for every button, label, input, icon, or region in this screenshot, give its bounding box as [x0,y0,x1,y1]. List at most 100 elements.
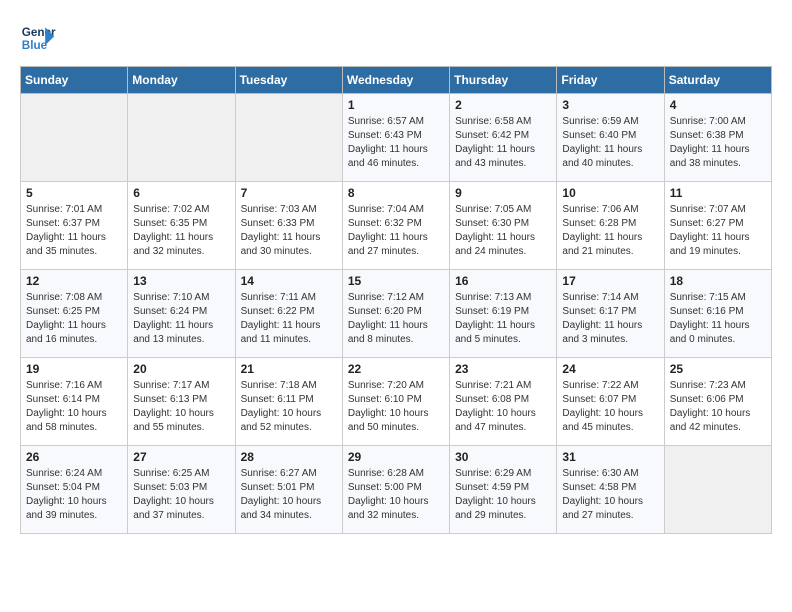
page-header: General Blue [20,20,772,56]
day-number: 6 [133,186,229,200]
day-number: 2 [455,98,551,112]
calendar-cell [128,94,235,182]
day-info: Sunrise: 7:04 AM Sunset: 6:32 PM Dayligh… [348,203,444,259]
calendar-cell: 13Sunrise: 7:10 AM Sunset: 6:24 PM Dayli… [128,270,235,358]
calendar-cell: 22 Sunrise: 7:20 AM Sunset: 6:10 PM Dayli… [342,358,449,446]
day-number: 28 [241,450,337,464]
day-info: Sunrise: 6:29 AM Sunset: 4:59 PM Dayligh… [455,467,551,523]
day-number: 26 [26,450,122,464]
calendar-cell: 5 Sunrise: 7:01 AM Sunset: 6:37 PM Daylig… [21,182,128,270]
day-info: Sunrise: 7:12 AM Sunset: 6:20 PM Dayligh… [348,291,444,347]
day-number: 8 [348,186,444,200]
calendar-cell: 30 Sunrise: 6:29 AM Sunset: 4:59 PM Dayli… [450,446,557,534]
day-number: 14 [241,274,337,288]
day-info: Sunrise: 7:11 AM Sunset: 6:22 PM Dayligh… [241,291,337,347]
day-number: 11 [670,186,766,200]
calendar-week-row: 1 Sunrise: 6:57 AM Sunset: 6:43 PM Daylig… [21,94,772,182]
day-info: Sunrise: 7:16 AM Sunset: 6:14 PM Dayligh… [26,379,122,435]
day-info: Sunrise: 7:20 AM Sunset: 6:10 PM Dayligh… [348,379,444,435]
day-info: Sunrise: 7:22 AM Sunset: 6:07 PM Dayligh… [562,379,658,435]
calendar-cell: 18Sunrise: 7:15 AM Sunset: 6:16 PM Dayli… [664,270,771,358]
calendar-cell: 2 Sunrise: 6:58 AM Sunset: 6:42 PM Daylig… [450,94,557,182]
day-number: 3 [562,98,658,112]
calendar-cell: 10 Sunrise: 7:06 AM Sunset: 6:28 PM Dayli… [557,182,664,270]
day-number: 17 [562,274,658,288]
day-number: 22 [348,362,444,376]
day-number: 13 [133,274,229,288]
day-number: 1 [348,98,444,112]
day-info: Sunrise: 6:57 AM Sunset: 6:43 PM Dayligh… [348,115,444,171]
day-info: Sunrise: 6:30 AM Sunset: 4:58 PM Dayligh… [562,467,658,523]
calendar-cell: 8 Sunrise: 7:04 AM Sunset: 6:32 PM Daylig… [342,182,449,270]
day-number: 31 [562,450,658,464]
day-number: 5 [26,186,122,200]
day-info: Sunrise: 6:24 AM Sunset: 5:04 PM Dayligh… [26,467,122,523]
day-info: Sunrise: 7:05 AM Sunset: 6:30 PM Dayligh… [455,203,551,259]
day-info: Sunrise: 7:06 AM Sunset: 6:28 PM Dayligh… [562,203,658,259]
day-number: 30 [455,450,551,464]
day-number: 18 [670,274,766,288]
day-number: 7 [241,186,337,200]
calendar-cell: 3 Sunrise: 6:59 AM Sunset: 6:40 PM Daylig… [557,94,664,182]
calendar-cell [235,94,342,182]
day-of-week-header: Monday [128,67,235,94]
day-number: 15 [348,274,444,288]
day-number: 20 [133,362,229,376]
day-info: Sunrise: 6:59 AM Sunset: 6:40 PM Dayligh… [562,115,658,171]
calendar-cell: 26 Sunrise: 6:24 AM Sunset: 5:04 PM Dayli… [21,446,128,534]
day-info: Sunrise: 7:01 AM Sunset: 6:37 PM Dayligh… [26,203,122,259]
calendar-cell: 15 Sunrise: 7:12 AM Sunset: 6:20 PM Dayli… [342,270,449,358]
day-of-week-header: Thursday [450,67,557,94]
calendar-cell: 20Sunrise: 7:17 AM Sunset: 6:13 PM Dayli… [128,358,235,446]
day-of-week-header: Saturday [664,67,771,94]
calendar-cell: 19 Sunrise: 7:16 AM Sunset: 6:14 PM Dayli… [21,358,128,446]
day-number: 23 [455,362,551,376]
day-info: Sunrise: 7:03 AM Sunset: 6:33 PM Dayligh… [241,203,337,259]
calendar-cell: 14 Sunrise: 7:11 AM Sunset: 6:22 PM Dayli… [235,270,342,358]
calendar-cell: 21Sunrise: 7:18 AM Sunset: 6:11 PM Dayli… [235,358,342,446]
day-info: Sunrise: 7:08 AM Sunset: 6:25 PM Dayligh… [26,291,122,347]
day-info: Sunrise: 7:14 AM Sunset: 6:17 PM Dayligh… [562,291,658,347]
day-number: 25 [670,362,766,376]
logo: General Blue [20,20,60,56]
day-of-week-header: Sunday [21,67,128,94]
calendar-cell: 11 Sunrise: 7:07 AM Sunset: 6:27 PM Dayli… [664,182,771,270]
calendar-cell: 24 Sunrise: 7:22 AM Sunset: 6:07 PM Dayli… [557,358,664,446]
day-info: Sunrise: 7:21 AM Sunset: 6:08 PM Dayligh… [455,379,551,435]
calendar-cell: 17 Sunrise: 7:14 AM Sunset: 6:17 PM Dayli… [557,270,664,358]
day-number: 10 [562,186,658,200]
day-info: Sunrise: 6:58 AM Sunset: 6:42 PM Dayligh… [455,115,551,171]
calendar-header: SundayMondayTuesdayWednesdayThursdayFrid… [21,67,772,94]
day-info: Sunrise: 7:23 AM Sunset: 6:06 PM Dayligh… [670,379,766,435]
calendar-cell: 6 Sunrise: 7:02 AM Sunset: 6:35 PM Daylig… [128,182,235,270]
calendar-week-row: 19 Sunrise: 7:16 AM Sunset: 6:14 PM Dayli… [21,358,772,446]
calendar-cell: 12 Sunrise: 7:08 AM Sunset: 6:25 PM Dayli… [21,270,128,358]
day-number: 19 [26,362,122,376]
day-info: Sunrise: 6:27 AM Sunset: 5:01 PM Dayligh… [241,467,337,523]
day-of-week-header: Friday [557,67,664,94]
day-number: 4 [670,98,766,112]
calendar-week-row: 12 Sunrise: 7:08 AM Sunset: 6:25 PM Dayli… [21,270,772,358]
day-info: Sunrise: 7:07 AM Sunset: 6:27 PM Dayligh… [670,203,766,259]
calendar-cell: 25 Sunrise: 7:23 AM Sunset: 6:06 PM Dayli… [664,358,771,446]
day-header-row: SundayMondayTuesdayWednesdayThursdayFrid… [21,67,772,94]
day-info: Sunrise: 7:18 AM Sunset: 6:11 PM Dayligh… [241,379,337,435]
day-info: Sunrise: 7:02 AM Sunset: 6:35 PM Dayligh… [133,203,229,259]
day-info: Sunrise: 6:25 AM Sunset: 5:03 PM Dayligh… [133,467,229,523]
day-of-week-header: Tuesday [235,67,342,94]
day-number: 12 [26,274,122,288]
calendar-cell: 9 Sunrise: 7:05 AM Sunset: 6:30 PM Daylig… [450,182,557,270]
calendar-week-row: 26 Sunrise: 6:24 AM Sunset: 5:04 PM Dayli… [21,446,772,534]
day-info: Sunrise: 7:00 AM Sunset: 6:38 PM Dayligh… [670,115,766,171]
calendar-cell: 4 Sunrise: 7:00 AM Sunset: 6:38 PM Daylig… [664,94,771,182]
day-number: 9 [455,186,551,200]
day-info: Sunrise: 6:28 AM Sunset: 5:00 PM Dayligh… [348,467,444,523]
calendar-cell: 31 Sunrise: 6:30 AM Sunset: 4:58 PM Dayli… [557,446,664,534]
calendar-cell: 23 Sunrise: 7:21 AM Sunset: 6:08 PM Dayli… [450,358,557,446]
svg-text:Blue: Blue [22,39,48,52]
day-number: 29 [348,450,444,464]
day-number: 24 [562,362,658,376]
day-number: 27 [133,450,229,464]
day-info: Sunrise: 7:13 AM Sunset: 6:19 PM Dayligh… [455,291,551,347]
calendar-cell: 29 Sunrise: 6:28 AM Sunset: 5:00 PM Dayli… [342,446,449,534]
